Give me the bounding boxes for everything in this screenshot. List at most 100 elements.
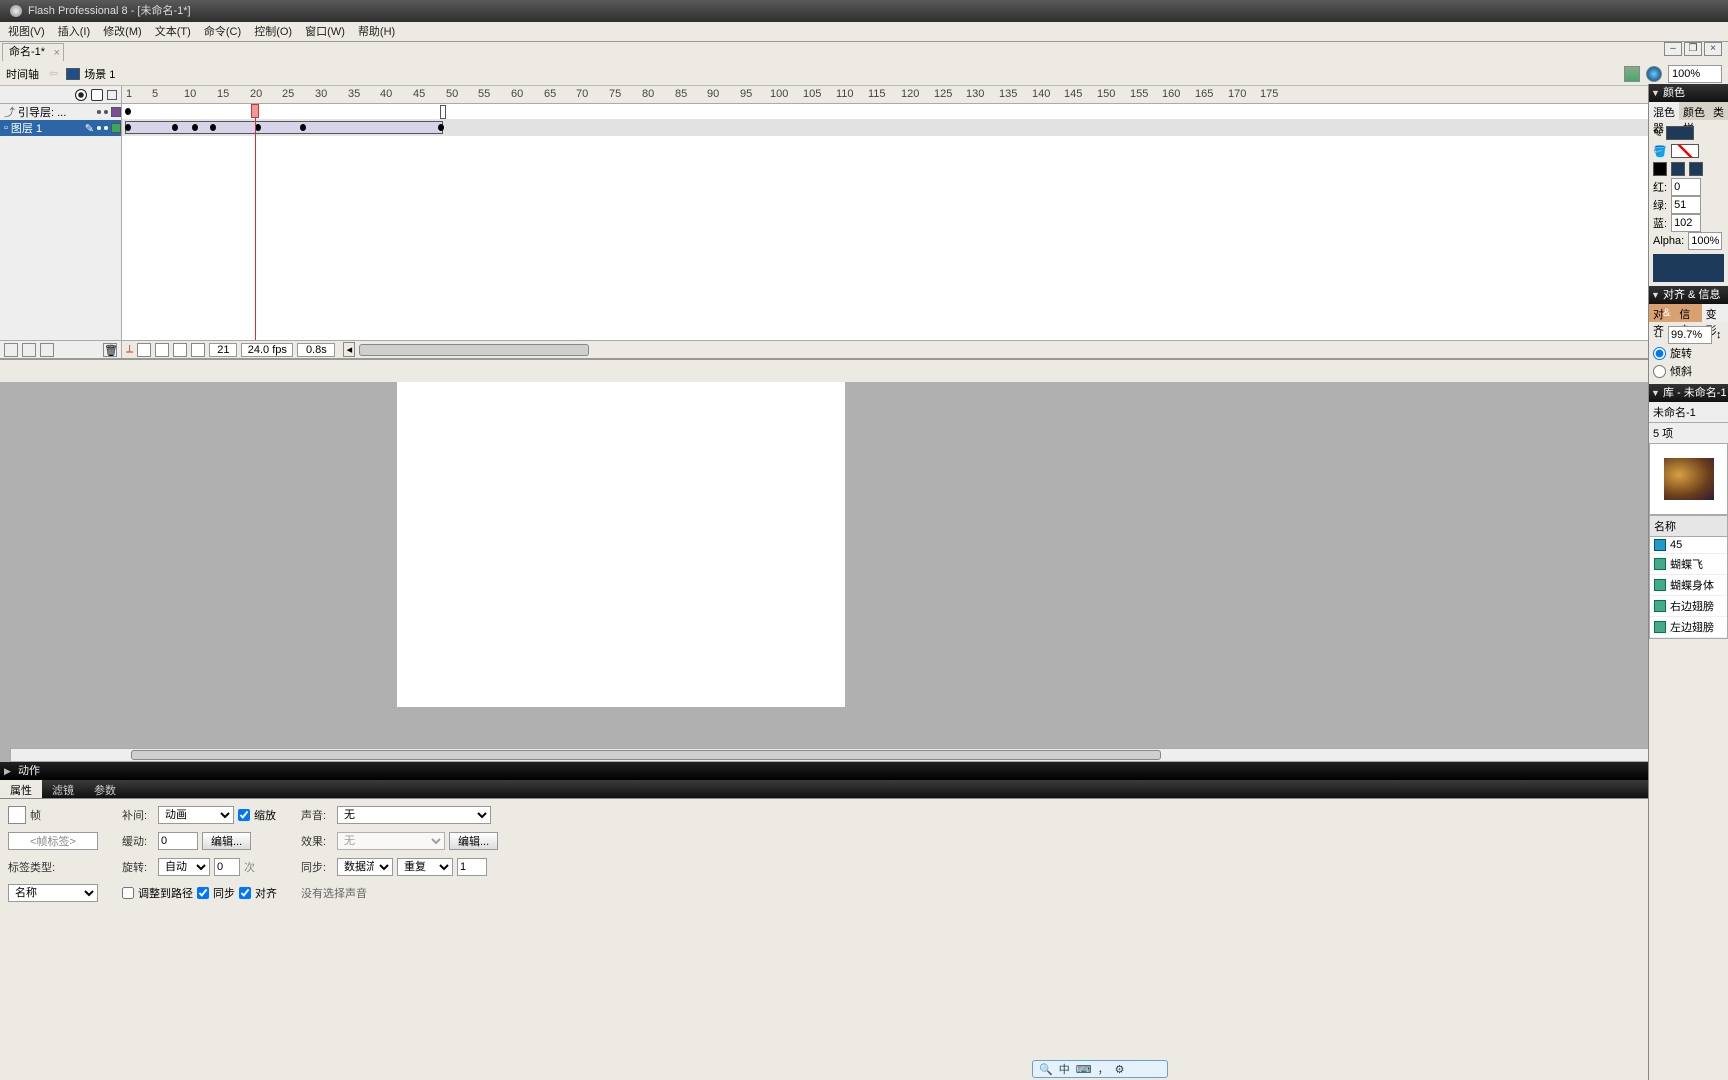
menu-commands[interactable]: 命令(C) [204,26,241,38]
scale-w-input[interactable] [1668,326,1712,344]
tab-filters[interactable]: 滤镜 [42,780,84,798]
frames-scrollbar[interactable] [359,344,589,356]
snap-path-checkbox[interactable] [122,887,134,899]
ime-keyboard-icon[interactable]: ⌨ [1076,1063,1092,1076]
stroke-color-swatch[interactable] [1666,126,1694,140]
lib-item-rwing[interactable]: 右边翅膀 [1650,596,1727,617]
edit-scene-icon[interactable] [1624,66,1640,82]
menu-text[interactable]: 文本(T) [155,26,191,38]
bucket-icon[interactable]: 🪣 [1653,145,1667,158]
doc-restore-button[interactable]: ❐ [1684,42,1702,56]
red-input[interactable] [1671,178,1701,196]
lib-item-fly[interactable]: 蝴蝶飞 [1650,554,1727,575]
rotate-radio[interactable] [1653,347,1666,360]
tab-transform[interactable]: 变形 [1702,304,1728,322]
edit-multi-icon[interactable] [173,343,187,357]
edit-symbol-icon[interactable] [1646,66,1662,82]
sync-mode-label: 同步: [301,859,333,875]
sound-select[interactable]: 无 [337,806,491,824]
menu-view[interactable]: 视图(V) [8,26,45,38]
library-header-name[interactable]: 名称 [1650,516,1727,537]
guide-track[interactable] [122,104,1728,120]
label-type-select[interactable]: 名称 [8,884,98,902]
noswap-icon[interactable] [1671,162,1685,176]
frames-scroll-left-icon[interactable]: ◂ [343,342,355,357]
stage-area[interactable]: + [0,382,1728,762]
visibility-column-icon[interactable] [75,89,87,101]
swap-icon[interactable] [1689,162,1703,176]
menu-help[interactable]: 帮助(H) [358,26,395,38]
tab-mixer[interactable]: 混色器 [1649,102,1679,120]
new-guide-icon[interactable] [22,343,36,357]
layer1-track[interactable] [122,120,1728,136]
frame-ruler[interactable]: 1 5 10 15 20 25 30 35 40 45 50 55 60 65 … [122,86,1728,104]
ime-search-icon[interactable]: 🔍 [1039,1063,1053,1076]
rotate-select[interactable]: 自动 [158,858,210,876]
tab-info[interactable]: 信息 [1675,304,1701,322]
tab-swatches[interactable]: 颜色样 [1679,102,1709,120]
lock-column-icon[interactable] [91,89,103,101]
tween-select[interactable]: 动画 [158,806,234,824]
document-tab[interactable]: 命名-1* × [2,43,64,61]
layer-1[interactable]: ▫ 图层 1 ✎ [0,120,121,136]
frame-tracks[interactable] [122,104,1728,340]
back-arrow-icon: ⇦ [49,67,58,80]
fill-color-swatch[interactable] [1671,144,1699,158]
onion-skin-icon[interactable] [137,343,151,357]
tab-params[interactable]: 参数 [84,780,126,798]
onion-outlines-icon[interactable] [155,343,169,357]
actions-panel-title[interactable]: ▶ 动作 [0,762,1728,780]
ease-edit-button[interactable]: 编辑... [202,832,251,850]
frame-label-input[interactable] [8,832,98,850]
center-frame-icon[interactable]: ⟂ [126,343,133,356]
lib-item-body[interactable]: 蝴蝶身体 [1650,575,1727,596]
zoom-select[interactable] [1668,65,1722,83]
green-input[interactable] [1671,196,1701,214]
stage-canvas[interactable] [397,382,845,707]
onion-markers-icon[interactable] [191,343,205,357]
outline-column-icon[interactable] [107,90,117,100]
scale-checkbox[interactable] [238,809,250,821]
title-bar: Flash Professional 8 - [未命名-1*] [0,0,1728,22]
library-doc-select[interactable]: 未命名-1 [1649,402,1728,423]
tab-properties[interactable]: 属性 [0,780,42,798]
ime-settings-icon[interactable]: ⚙ [1115,1063,1125,1076]
new-folder-icon[interactable] [40,343,54,357]
bw-icon[interactable] [1653,162,1667,176]
menu-window[interactable]: 窗口(W) [305,26,345,38]
rotate-count-input[interactable] [214,858,240,876]
lib-item-45[interactable]: 45 [1650,537,1727,554]
align-checkbox[interactable] [239,887,251,899]
doc-close-button[interactable]: × [1704,42,1722,56]
scene-name[interactable]: 场景 1 [84,66,115,82]
menu-insert[interactable]: 插入(I) [58,26,90,38]
library-panel-title[interactable]: 库 - 未命名-1 [1649,384,1728,402]
menu-control[interactable]: 控制(O) [254,26,292,38]
playhead-head[interactable] [251,104,259,118]
align-panel-title[interactable]: 对齐 & 信息 & [1649,286,1728,304]
lib-item-lwing[interactable]: 左边翅膀 [1650,617,1727,638]
repeat-select[interactable]: 重复 [397,858,453,876]
playhead[interactable] [255,104,256,340]
delete-layer-icon[interactable]: 🗑 [103,343,117,357]
close-tab-icon[interactable]: × [54,45,60,61]
layer-guide[interactable]: ⤴ 引导层: ... [0,104,121,120]
color-panel-title[interactable]: 颜色 [1649,84,1728,102]
doc-minimize-button[interactable]: – [1664,42,1682,56]
ime-punct-icon[interactable]: ， [1098,1061,1109,1077]
new-layer-icon[interactable] [4,343,18,357]
scene-icon[interactable] [66,68,80,80]
repeat-count-input[interactable] [457,858,487,876]
stage-h-scrollbar[interactable] [10,748,1718,762]
sync-checkbox[interactable] [197,887,209,899]
skew-radio[interactable] [1653,365,1666,378]
sync-mode-select[interactable]: 数据流 [337,858,393,876]
menu-modify[interactable]: 修改(M) [103,26,142,38]
alpha-input[interactable] [1688,232,1722,250]
blue-input[interactable] [1671,214,1701,232]
effect-edit-button[interactable]: 编辑... [449,832,498,850]
ease-input[interactable] [158,832,198,850]
ime-lang[interactable]: 中 [1059,1061,1070,1077]
pencil-icon[interactable]: ✎ [1653,127,1662,140]
ime-toolbar[interactable]: 🔍 中 ⌨ ， ⚙ [1032,1060,1168,1078]
